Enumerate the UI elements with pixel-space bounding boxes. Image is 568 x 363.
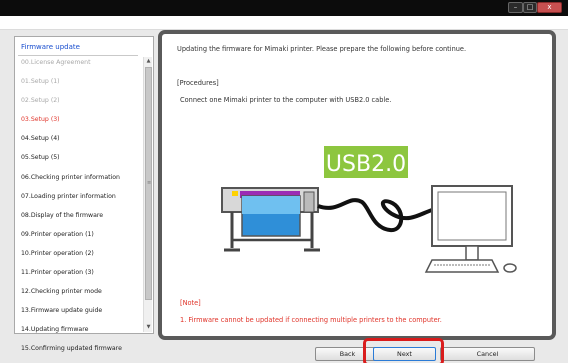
- steps-list: 00.License Agreement 01.Setup (1) 02.Setup…: [21, 58, 139, 363]
- scroll-up-arrow-icon[interactable]: ▲: [144, 57, 153, 66]
- sidebar-scrollbar[interactable]: ▲ ≡ ▼: [143, 57, 152, 332]
- close-button[interactable]: x: [537, 2, 562, 13]
- main-panel: Updating the firmware for Mimaki printer…: [158, 30, 556, 340]
- sidebar-step[interactable]: 09.Printer operation (1): [21, 230, 139, 249]
- menu-strip: [0, 16, 568, 30]
- usb-label: USB2.0: [326, 152, 406, 177]
- minimize-button[interactable]: –: [508, 2, 523, 13]
- intro-text: Updating the firmware for Mimaki printer…: [177, 45, 467, 53]
- usb-connection-illustration: USB2.0: [221, 146, 517, 273]
- sidebar-step[interactable]: 08.Display of the firmware: [21, 211, 139, 230]
- sidebar-step[interactable]: 02.Setup (2): [21, 96, 139, 115]
- sidebar-step[interactable]: 13.Firmware update guide: [21, 306, 139, 325]
- computer-icon: [424, 185, 517, 273]
- procedures-text: Connect one Mimaki printer to the comput…: [180, 96, 392, 104]
- sidebar-step[interactable]: 15.Confirming updated firmware: [21, 344, 139, 363]
- scroll-down-arrow-icon[interactable]: ▼: [144, 323, 153, 332]
- procedures-title: [Procedures]: [177, 79, 219, 87]
- sidebar-divider: [18, 55, 138, 56]
- printer-icon: [221, 187, 320, 252]
- sidebar-step[interactable]: 11.Printer operation (3): [21, 268, 139, 287]
- usb-cable: [317, 198, 433, 232]
- sidebar-step[interactable]: 06.Checking printer information: [21, 173, 139, 192]
- grip-icon: ≡: [147, 180, 152, 186]
- title-bar: – □ x: [0, 0, 568, 16]
- steps-sidebar: Firmware update 00.License Agreement 01.S…: [14, 36, 154, 352]
- sidebar-step[interactable]: 03.Setup (3): [21, 115, 139, 134]
- sidebar-step[interactable]: 12.Checking printer mode: [21, 287, 139, 306]
- note-text: 1. Firmware cannot be updated if connect…: [180, 316, 442, 324]
- maximize-button[interactable]: □: [523, 2, 537, 13]
- sidebar-step[interactable]: 05.Setup (5): [21, 153, 139, 172]
- sidebar-step[interactable]: 07.Loading printer information: [21, 192, 139, 211]
- sidebar-title: Firmware update: [21, 43, 80, 51]
- next-button-highlight: [363, 338, 444, 363]
- note-title: [Note]: [180, 299, 201, 307]
- sidebar-step[interactable]: 10.Printer operation (2): [21, 249, 139, 268]
- sidebar-step[interactable]: 01.Setup (1): [21, 77, 139, 96]
- cancel-button[interactable]: Cancel: [440, 347, 535, 361]
- sidebar-step[interactable]: 14.Updating firmware: [21, 325, 139, 344]
- scroll-thumb[interactable]: ≡: [145, 67, 152, 300]
- sidebar-step[interactable]: 04.Setup (4): [21, 134, 139, 153]
- sidebar-step[interactable]: 00.License Agreement: [21, 58, 139, 77]
